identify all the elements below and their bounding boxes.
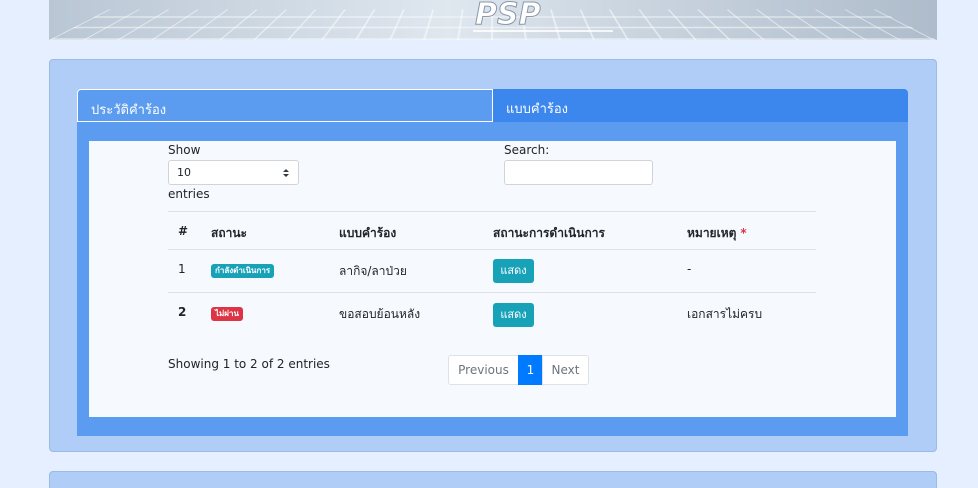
header-banner: PSP: [49, 0, 937, 40]
row-form: ลากิจ/ลาป่วย: [339, 264, 407, 278]
col-header-status[interactable]: สถานะ: [211, 224, 247, 243]
table-info: Showing 1 to 2 of 2 entries: [168, 357, 330, 371]
status-badge: กำลังดำเนินการ: [211, 264, 275, 278]
entries-length-value: 10: [177, 166, 191, 179]
col-header-num[interactable]: #: [178, 224, 188, 238]
pagination-next[interactable]: Next: [542, 355, 589, 385]
search-label: Search:: [504, 143, 550, 157]
select-caret-icon: [283, 169, 289, 177]
show-label: Show: [168, 143, 201, 157]
pagination-previous[interactable]: Previous: [448, 355, 519, 385]
psp-logo: PSP: [473, 0, 613, 33]
table-header-row: # สถานะ แบบคำร้อง สถานะการดำเนินการ หมาย…: [168, 211, 816, 249]
table-row: 2 ไม่ผ่าน ขอสอบย้อนหลัง แสดง เอกสารไม่คร…: [168, 292, 816, 335]
tab-request-history[interactable]: ประวัติคำร้อง: [77, 89, 493, 122]
required-mark: *: [740, 226, 747, 240]
col-header-form[interactable]: แบบคำร้อง: [339, 224, 396, 243]
table-row: 1 กำลังดำเนินการ ลากิจ/ลาป่วย แสดง -: [168, 249, 816, 292]
row-status-cell: กำลังดำเนินการ: [211, 262, 275, 278]
tab-request-form[interactable]: แบบคำร้อง: [493, 89, 908, 122]
pagination-page-1[interactable]: 1: [518, 355, 543, 385]
col-header-note[interactable]: หมายเหตุ *: [687, 224, 747, 243]
svg-text:PSP: PSP: [475, 0, 541, 32]
show-button[interactable]: แสดง: [493, 303, 534, 327]
row-num: 2: [178, 305, 187, 319]
row-note: เอกสารไม่ครบ: [687, 307, 763, 321]
row-note: -: [687, 262, 692, 276]
search-input[interactable]: [504, 160, 653, 185]
row-form: ขอสอบย้อนหลัง: [339, 307, 421, 321]
entries-length-select[interactable]: 10: [168, 160, 299, 185]
col-header-process[interactable]: สถานะการดำเนินการ: [493, 224, 605, 243]
status-badge: ไม่ผ่าน: [211, 307, 243, 321]
row-status-cell: ไม่ผ่าน: [211, 305, 243, 321]
show-button[interactable]: แสดง: [493, 259, 534, 283]
entries-label: entries: [168, 187, 210, 201]
col-header-note-text: หมายเหตุ: [687, 226, 737, 240]
row-num: 1: [178, 262, 186, 276]
bottom-card: [49, 471, 937, 488]
